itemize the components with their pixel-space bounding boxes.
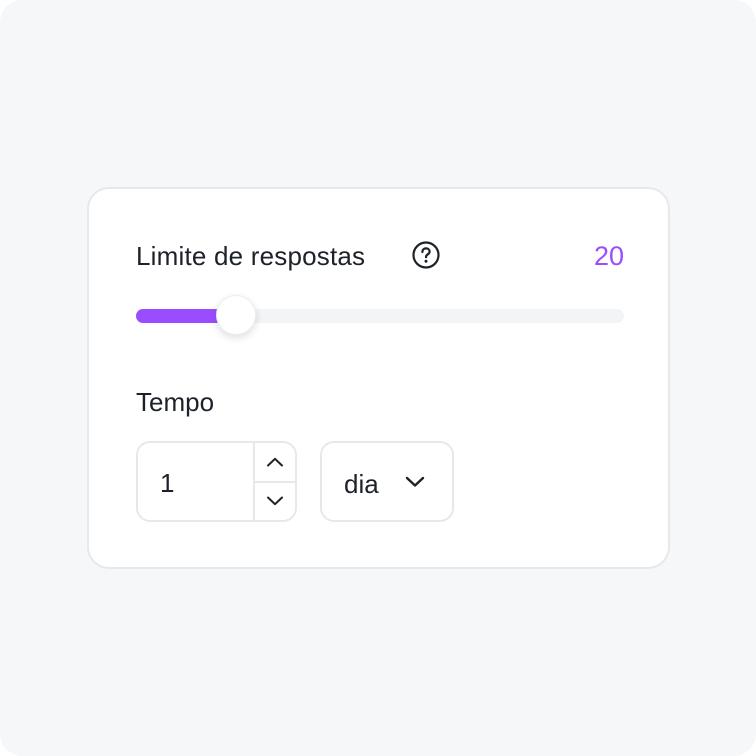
stepper-buttons <box>253 443 295 520</box>
chevron-down-icon <box>267 496 283 506</box>
limit-label: Limite de respostas <box>136 241 366 271</box>
time-amount-value[interactable]: 1 <box>160 468 174 499</box>
settings-card: Limite de respostas 20 Tempo 1 dia <box>87 187 670 569</box>
time-amount-stepper[interactable]: 1 <box>136 441 297 522</box>
page-background: Limite de respostas 20 Tempo 1 dia <box>0 0 756 756</box>
slider-thumb[interactable] <box>216 295 257 335</box>
limit-value: 20 <box>593 241 624 271</box>
time-unit-select[interactable]: dia <box>320 441 454 522</box>
increment-button[interactable] <box>255 443 295 483</box>
decrement-button[interactable] <box>255 482 295 520</box>
question-circle-icon[interactable] <box>412 241 440 269</box>
limit-slider[interactable] <box>136 295 624 335</box>
time-unit-value: dia <box>344 469 379 499</box>
limit-header: Limite de respostas 20 <box>136 237 624 277</box>
time-label: Tempo <box>136 387 215 417</box>
chevron-down-icon <box>404 474 426 490</box>
chevron-up-icon <box>267 457 283 467</box>
